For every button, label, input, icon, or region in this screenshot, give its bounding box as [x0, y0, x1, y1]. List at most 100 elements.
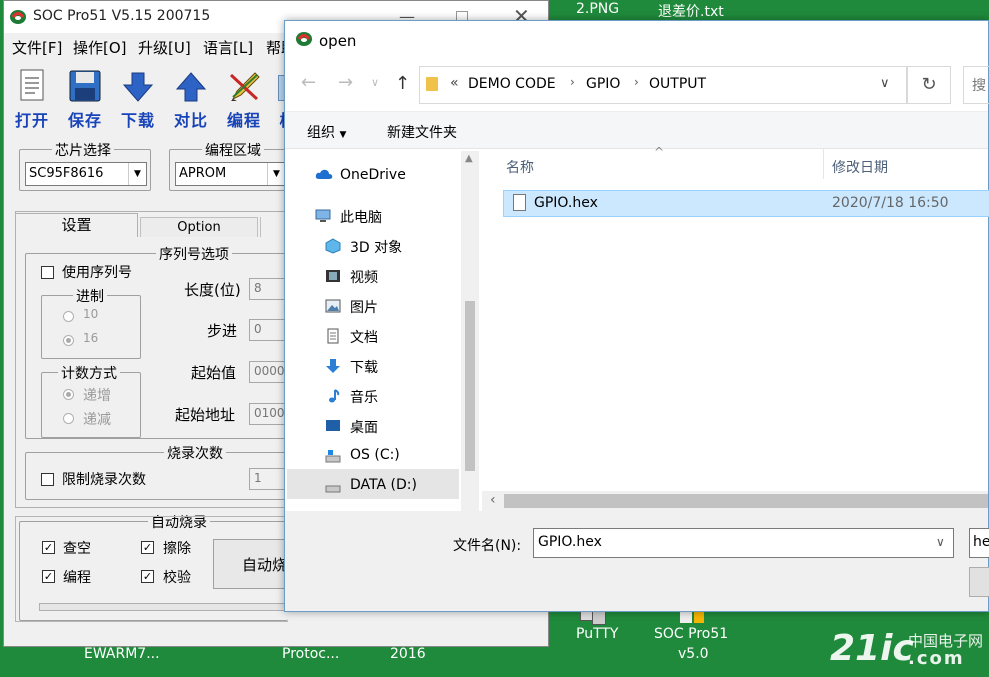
path-sep-1-icon: ›	[570, 75, 575, 89]
nav-this-pc[interactable]: 此电脑	[315, 201, 455, 231]
watermark-brand: 21ic	[830, 628, 914, 669]
up-arrow-icon[interactable]: ↑	[395, 73, 410, 94]
desktop-file-png[interactable]: 2.PNG	[576, 1, 619, 17]
auto-erase-label: 擦除	[163, 541, 191, 557]
nav-desktop[interactable]: 桌面	[325, 411, 465, 441]
path-output[interactable]: OUTPUT	[649, 76, 706, 92]
scroll-left-icon[interactable]: ‹	[490, 492, 496, 508]
dialog-footer: 文件名(N): GPIO.hex ∨ he	[285, 511, 989, 611]
open-file-icon	[19, 69, 47, 103]
toolbar-program-button[interactable]: 编程	[221, 69, 267, 130]
column-name[interactable]: 名称	[506, 157, 534, 177]
menu-upgrade[interactable]: 升级[U]	[138, 37, 191, 58]
soc-pro51-label[interactable]: SOC Pro51	[654, 626, 728, 642]
area-dropdown-arrow-icon[interactable]: ▼	[267, 163, 285, 185]
path-demo-code[interactable]: DEMO CODE	[468, 76, 556, 92]
path-overflow[interactable]: «	[450, 75, 459, 91]
base-10-radio[interactable]	[63, 311, 74, 322]
nav-scrollbar[interactable]: ▲	[461, 151, 479, 511]
program-area-combo[interactable]: APROM ▼	[175, 162, 289, 186]
dialog-titlebar[interactable]: open	[285, 21, 988, 59]
forward-arrow-icon[interactable]: →	[338, 72, 353, 93]
nav-onedrive[interactable]: OneDrive	[315, 161, 455, 191]
music-icon	[325, 388, 341, 404]
nav-music[interactable]: 音乐	[325, 381, 465, 411]
filename-dropdown-icon[interactable]: ∨	[936, 535, 945, 549]
new-folder-button[interactable]: 新建文件夹	[387, 122, 457, 142]
tab-option[interactable]: Option	[140, 217, 258, 237]
nav-downloads[interactable]: 下载	[325, 351, 465, 381]
chip-select-title: 芯片选择	[52, 140, 114, 160]
download-icon	[325, 358, 341, 374]
organize-button[interactable]: 组织 ▼	[307, 122, 346, 142]
nav-drive-d[interactable]: DATA (D:)	[325, 471, 465, 501]
limit-burn-checkbox[interactable]	[41, 473, 54, 486]
back-arrow-icon[interactable]: ←	[301, 72, 316, 93]
limit-burn-label: 限制烧录次数	[62, 472, 146, 488]
soc-pro51-version[interactable]: v5.0	[678, 646, 709, 662]
nav-3d-objects[interactable]: 3D 对象	[325, 231, 465, 261]
desktop-file-txt[interactable]: 退差价.txt	[658, 1, 724, 21]
column-modified[interactable]: 修改日期	[832, 157, 888, 177]
tab-settings[interactable]: 设置	[15, 213, 138, 237]
sort-up-icon: ^	[654, 145, 665, 159]
base-16-radio[interactable]	[63, 335, 74, 346]
column-divider[interactable]	[823, 149, 824, 179]
desktop-label-2016[interactable]: 2016	[390, 646, 426, 662]
use-serial-checkbox[interactable]	[41, 266, 54, 279]
auto-blank-check-checkbox[interactable]: ✓	[42, 541, 55, 554]
address-dropdown-icon[interactable]: ∨	[880, 76, 890, 91]
nav-pictures[interactable]: 图片	[325, 291, 465, 321]
nav-drive-c[interactable]: OS (C:)	[325, 441, 465, 471]
recent-dropdown-icon[interactable]: ∨	[371, 76, 379, 89]
toolbar-open-button[interactable]: 打开	[9, 69, 55, 130]
menu-file[interactable]: 文件[F]	[12, 37, 62, 58]
toolbar-download-button[interactable]: 下载	[115, 69, 161, 130]
file-type-filter[interactable]: he	[969, 528, 989, 558]
menu-language[interactable]: 语言[L]	[203, 37, 253, 58]
auto-erase-checkbox[interactable]: ✓	[141, 541, 154, 554]
nav-scrollbar-thumb[interactable]	[465, 301, 475, 471]
start-address-field[interactable]: 0100	[249, 403, 288, 425]
toolbar-compare-button[interactable]: 对比	[168, 69, 214, 130]
address-bar[interactable]: « DEMO CODE › GPIO › OUTPUT ∨	[419, 66, 907, 104]
filename-input[interactable]: GPIO.hex ∨	[533, 528, 954, 558]
base-10-label: 10	[83, 307, 99, 321]
search-box[interactable]: 搜	[963, 66, 989, 104]
putty-label[interactable]: PuTTY	[576, 626, 618, 642]
download-arrow-icon	[122, 71, 154, 103]
cube-3d-icon	[325, 238, 341, 254]
open-button[interactable]	[969, 567, 989, 597]
file-row[interactable]: GPIO.hex 2020/7/18 16:50	[503, 190, 989, 217]
auto-verify-checkbox[interactable]: ✓	[141, 570, 154, 583]
chip-select-combo[interactable]: SC95F8616 ▼	[25, 162, 147, 186]
length-field[interactable]: 8	[249, 278, 288, 300]
file-list-hscroll-thumb[interactable]	[504, 494, 988, 508]
count-mode-title: 计数方式	[58, 363, 120, 383]
start-value-label: 起始值	[191, 364, 237, 382]
desktop-label-ewarm[interactable]: EWARM7...	[84, 646, 160, 662]
start-address-label: 起始地址	[175, 406, 236, 424]
auto-program-label: 编程	[63, 570, 91, 586]
file-name: GPIO.hex	[534, 195, 598, 211]
count-decrement-radio[interactable]	[63, 413, 74, 424]
nav-scroll-up-icon[interactable]: ▲	[465, 153, 473, 164]
floppy-disk-icon	[68, 69, 102, 103]
menu-operate[interactable]: 操作[O]	[73, 37, 127, 58]
file-list-hscrollbar[interactable]: ‹	[482, 491, 988, 511]
path-gpio[interactable]: GPIO	[586, 76, 620, 92]
desktop-label-protoc[interactable]: Protoc...	[282, 646, 339, 662]
nav-documents[interactable]: 文档	[325, 321, 465, 351]
limit-burn-field[interactable]: 1	[249, 468, 288, 490]
nav-videos[interactable]: 视频	[325, 261, 465, 291]
drive-c-icon	[325, 448, 341, 464]
chip-dropdown-arrow-icon[interactable]: ▼	[128, 163, 146, 185]
step-field[interactable]: 0	[249, 319, 288, 341]
soc-window-title: SOC Pro51 V5.15 200715	[33, 8, 211, 24]
auto-burn-button[interactable]: 自动烧	[213, 539, 288, 589]
count-increment-radio[interactable]	[63, 389, 74, 400]
toolbar-save-button[interactable]: 保存	[62, 69, 108, 130]
start-value-field[interactable]: 00000	[249, 361, 288, 383]
auto-program-checkbox[interactable]: ✓	[42, 570, 55, 583]
refresh-icon[interactable]: ↻	[907, 66, 951, 104]
